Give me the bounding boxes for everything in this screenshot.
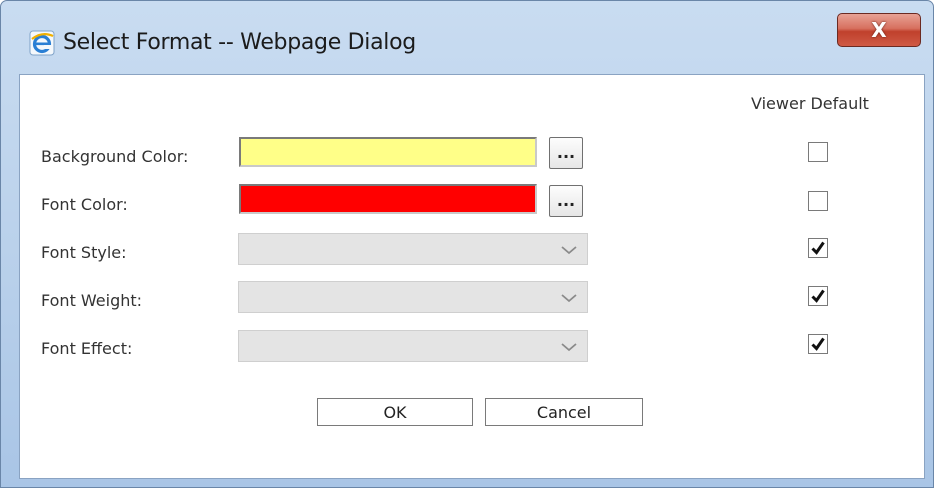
close-button[interactable]: X [837,13,921,47]
font-style-viewer-default-checkbox[interactable] [808,238,828,258]
title-bar[interactable]: Select Format -- Webpage Dialog X [1,1,933,71]
font-weight-viewer-default-checkbox[interactable] [808,286,828,306]
background-color-viewer-default-checkbox[interactable] [808,142,828,162]
dialog-content: Viewer Default Background Color: ... Fon… [19,74,925,479]
font-weight-label: Font Weight: [41,291,143,310]
ok-button-label: OK [383,402,407,422]
chevron-down-icon [561,290,577,304]
chevron-down-icon [561,242,577,256]
chevron-down-icon [561,339,577,353]
font-style-select[interactable] [238,233,588,265]
font-color-field[interactable] [239,184,537,214]
font-color-picker-label: ... [556,191,576,210]
font-color-viewer-default-checkbox[interactable] [808,191,828,211]
background-color-picker-label: ... [556,143,576,162]
font-color-picker-button[interactable]: ... [549,185,583,217]
background-color-label: Background Color: [41,147,189,166]
font-effect-label: Font Effect: [41,339,133,358]
font-weight-select[interactable] [238,281,588,313]
viewer-default-header: Viewer Default [751,94,869,113]
background-color-field[interactable] [239,137,537,167]
cancel-button-label: Cancel [536,402,592,422]
dialog-window: Select Format -- Webpage Dialog X Viewer… [0,0,934,488]
font-color-label: Font Color: [41,195,128,214]
ok-button[interactable]: OK [317,398,473,426]
window-title: Select Format -- Webpage Dialog [63,30,416,55]
cancel-button[interactable]: Cancel [485,398,643,426]
close-icon: X [871,18,887,42]
font-style-label: Font Style: [41,243,127,262]
font-effect-viewer-default-checkbox[interactable] [808,334,828,354]
internet-explorer-icon [29,30,55,56]
background-color-picker-button[interactable]: ... [549,137,583,169]
font-effect-select[interactable] [238,330,588,362]
